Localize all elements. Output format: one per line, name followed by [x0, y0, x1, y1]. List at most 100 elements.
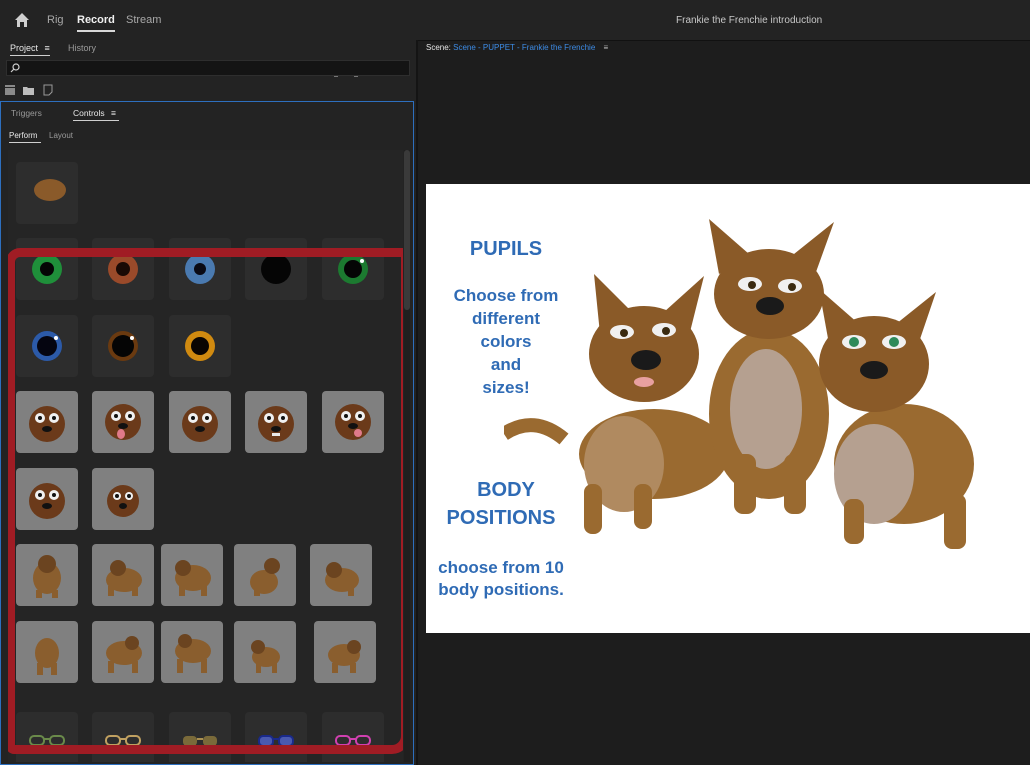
- dog-body-icon: [106, 560, 142, 596]
- tab-controls-label: Controls: [73, 108, 105, 118]
- tab-triggers[interactable]: Triggers: [11, 108, 42, 118]
- control-brown-pupil[interactable]: [92, 238, 154, 300]
- document-title: Frankie the Frenchie introduction: [676, 15, 823, 26]
- control-glasses-pink[interactable]: [322, 712, 384, 762]
- dog-body-icon: [325, 562, 359, 596]
- control-body-4[interactable]: [234, 544, 296, 606]
- workspace-record[interactable]: Record: [77, 14, 115, 32]
- scene-label: Scene:: [426, 43, 451, 52]
- green-pupil-icon: [32, 254, 62, 284]
- clapper-icon[interactable]: [4, 84, 16, 96]
- dog-face-icon: [29, 406, 65, 442]
- control-blue-ring-pupil[interactable]: [16, 315, 78, 377]
- tab-underline: [9, 142, 41, 143]
- search-icon: [10, 63, 20, 73]
- control-glasses-blue[interactable]: [245, 712, 307, 762]
- control-body-6[interactable]: [16, 621, 78, 683]
- control-body-10[interactable]: [314, 621, 376, 683]
- tab-project-label: Project: [10, 43, 39, 53]
- menu-icon[interactable]: ≡: [111, 108, 116, 118]
- workspace-stream[interactable]: Stream: [126, 14, 161, 26]
- dog-body-icon: [106, 636, 142, 673]
- control-face-grin[interactable]: [245, 391, 307, 453]
- control-green-ring-pupil[interactable]: [322, 238, 384, 300]
- dog-body-icon: [33, 555, 61, 598]
- control-body-1[interactable]: [16, 544, 78, 606]
- controls-scrollbar[interactable]: [404, 150, 410, 762]
- control-dark-ring-pupil[interactable]: [92, 315, 154, 377]
- dog-face-icon: [107, 485, 139, 517]
- glasses-icon: [258, 735, 294, 747]
- glasses-icon: [29, 735, 65, 746]
- control-blue-pupil[interactable]: [169, 238, 231, 300]
- control-glasses-green[interactable]: [16, 712, 78, 762]
- right-dog-figure: [819, 289, 974, 549]
- controls-grid: [8, 150, 403, 762]
- controls-panel-tabs: Triggers Controls ≡: [9, 108, 149, 122]
- scene-header: Scene: Scene - PUPPET - Frankie the Fren…: [426, 43, 608, 52]
- control-face-calm[interactable]: [16, 468, 78, 530]
- dog-face-icon: [182, 406, 218, 442]
- left-column: Project ≡ History Triggers Controls ≡ Pe…: [0, 40, 416, 765]
- glasses-icon: [335, 735, 371, 746]
- glasses-icon: [105, 735, 141, 746]
- control-body-2[interactable]: [92, 544, 154, 606]
- divider-mark: [354, 76, 358, 77]
- dog-face-tongue-icon: [105, 404, 141, 440]
- menu-icon[interactable]: ≡: [45, 43, 50, 53]
- control-body-8[interactable]: [161, 621, 223, 683]
- dog-body-icon: [175, 560, 211, 596]
- tab-controls[interactable]: Controls ≡: [73, 108, 119, 121]
- workspace-rig[interactable]: Rig: [47, 14, 64, 26]
- controls-subtabs: Perform Layout: [9, 131, 129, 145]
- dog-face-tongue-icon: [335, 404, 371, 440]
- scene-stage: PUPILS Choose from different colors and …: [426, 184, 1030, 633]
- dog-body-icon: [250, 558, 280, 596]
- control-face-smile[interactable]: [169, 391, 231, 453]
- controls-panel: Triggers Controls ≡ Perform Layout: [0, 101, 414, 765]
- dark-ring-pupil-icon: [108, 331, 138, 361]
- scrollbar-thumb[interactable]: [404, 150, 410, 310]
- dog-face-icon: [29, 483, 65, 519]
- dog-body-icon: [175, 634, 211, 673]
- control-green-pupil[interactable]: [16, 238, 78, 300]
- control-face-tongue[interactable]: [92, 391, 154, 453]
- brown-pupil-icon: [108, 254, 138, 284]
- control-face-tongue-side[interactable]: [322, 391, 384, 453]
- workspace-bar: Rig Record Stream Frankie the Frenchie i…: [0, 0, 1030, 41]
- scene-name[interactable]: Scene - PUPPET - Frankie the Frenchie: [453, 43, 595, 52]
- control-body-7[interactable]: [92, 621, 154, 683]
- tab-perform[interactable]: Perform: [9, 131, 41, 143]
- control-glasses-sun[interactable]: [169, 712, 231, 762]
- control-black-pupil[interactable]: [245, 238, 307, 300]
- panel-divider[interactable]: [416, 40, 418, 765]
- control-gold-pupil[interactable]: [169, 315, 231, 377]
- tab-underline: [73, 120, 119, 121]
- sunglasses-icon: [183, 736, 217, 746]
- tab-layout[interactable]: Layout: [49, 131, 73, 140]
- divider-mark: [334, 76, 338, 77]
- home-icon[interactable]: [14, 12, 30, 28]
- tab-history[interactable]: History: [68, 43, 96, 53]
- puppet-dogs-illustration: [504, 219, 974, 549]
- dog-body-icon: [35, 638, 59, 675]
- green-ring-pupil-icon: [338, 254, 368, 284]
- blue-ring-pupil-icon: [32, 331, 62, 361]
- control-face-small[interactable]: [92, 468, 154, 530]
- project-search-input[interactable]: [6, 60, 410, 76]
- control-body-3[interactable]: [161, 544, 223, 606]
- control-body-9[interactable]: [234, 621, 296, 683]
- control-body-5[interactable]: [310, 544, 372, 606]
- control-face-neutral[interactable]: [16, 391, 78, 453]
- dog-body-icon: [251, 640, 280, 673]
- control-head-shape[interactable]: [16, 162, 78, 224]
- menu-icon[interactable]: ≡: [604, 43, 609, 52]
- tab-underline: [10, 55, 50, 56]
- head-shape-icon: [34, 179, 66, 201]
- tab-project[interactable]: Project ≡: [10, 43, 50, 56]
- new-item-icon[interactable]: [42, 84, 54, 96]
- dog-body-icon: [328, 640, 361, 673]
- blue-pupil-icon: [185, 254, 215, 284]
- control-glasses-gold[interactable]: [92, 712, 154, 762]
- folder-icon[interactable]: [22, 84, 35, 96]
